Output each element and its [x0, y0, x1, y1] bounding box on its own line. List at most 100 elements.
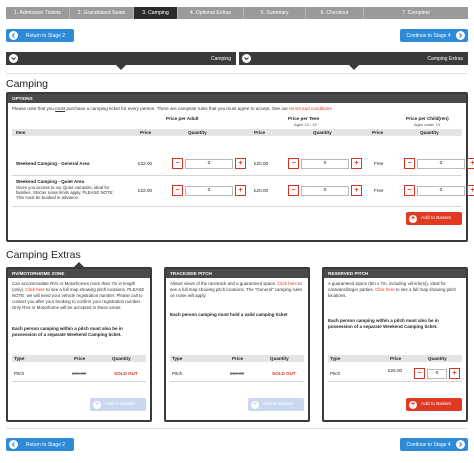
child-price: Free	[374, 161, 384, 166]
card-price: £60.00	[230, 371, 245, 376]
card-price: £25.00	[388, 368, 403, 373]
quantity-input[interactable]: 0	[185, 185, 233, 196]
map-link[interactable]: Click here	[375, 287, 395, 292]
add-to-basket-button[interactable]: + Add to Basket	[90, 398, 146, 411]
quantity-input[interactable]: 0	[427, 368, 447, 379]
quantity-stepper: − 0 +	[172, 185, 246, 196]
step-grandstand-seats[interactable]: 2. Grandstand Seats	[70, 7, 134, 19]
decrement-button[interactable]: −	[172, 185, 183, 196]
reserved-pitch-card: RESERVED PITCH A guaranteed space (8m x …	[322, 267, 468, 422]
continue-to-stage-4-button[interactable]: Continue to Stage 4	[400, 29, 468, 42]
teen-age-note: Ages 13 - 15	[294, 122, 317, 127]
quantity-stepper: − 0 +	[288, 158, 362, 169]
card-requirement: Each person camping within a pitch must …	[328, 318, 439, 329]
increment-button[interactable]: +	[467, 185, 474, 196]
teen-price: £20.00	[254, 188, 269, 193]
increment-button[interactable]: +	[235, 185, 246, 196]
quantity-input[interactable]: 0	[417, 158, 465, 169]
teen-price: £20.00	[254, 161, 269, 166]
terms-link[interactable]: terms and conditions	[289, 106, 331, 111]
options-panel-title: OPTIONS	[8, 94, 466, 103]
adult-price: £32.00	[138, 188, 153, 193]
card-title: RV/MOTORHOME ZONE	[8, 269, 150, 278]
return-to-stage-2-button-bottom[interactable]: Return to Stage 2	[6, 438, 74, 451]
decrement-button[interactable]: −	[404, 158, 415, 169]
type-header: Type	[330, 356, 341, 361]
camping-jump-bar[interactable]: Camping	[6, 52, 236, 65]
card-title: RESERVED PITCH	[324, 269, 466, 278]
continue-to-stage-4-button-bottom[interactable]: Continue to Stage 4	[400, 438, 468, 451]
increment-button[interactable]: +	[351, 158, 362, 169]
map-link[interactable]: Click here	[277, 281, 297, 286]
progress-steps: 1. Admission Tickets 2. Grandstand Seats…	[6, 7, 468, 19]
plus-icon: +	[409, 400, 417, 409]
quantity-stepper: − 0 +	[288, 185, 362, 196]
quantity-input[interactable]: 0	[301, 185, 349, 196]
increment-button[interactable]: +	[467, 158, 474, 169]
increment-button[interactable]: +	[449, 368, 460, 379]
card-description: Can accommodate RVs or Motorhomes more t…	[12, 281, 145, 310]
row-divider	[328, 381, 462, 382]
quantity-input[interactable]: 0	[301, 158, 349, 169]
camping-section-title: Camping	[6, 78, 49, 90]
row-name: Weekend Camping - Quiet Area	[16, 179, 85, 184]
increment-button[interactable]: +	[351, 185, 362, 196]
price-header: Price	[74, 356, 86, 361]
divider	[6, 73, 468, 74]
chevron-right-icon	[456, 440, 465, 449]
add-to-basket-button[interactable]: + Add to Basket	[406, 398, 462, 411]
pointer-arrow	[116, 65, 126, 70]
add-to-basket-button[interactable]: + Add to Basket	[248, 398, 304, 411]
camping-note: Please note that you must purchase a cam…	[12, 106, 332, 111]
adult-price-header: Price	[140, 130, 152, 135]
plus-icon: +	[93, 400, 101, 409]
decrement-button[interactable]: −	[404, 185, 415, 196]
quantity-stepper: − 0 +	[404, 158, 474, 169]
row-divider	[12, 206, 462, 207]
map-link[interactable]: Click here	[25, 287, 45, 292]
divider	[6, 428, 468, 429]
return-button-label: Return to Stage 2	[25, 32, 66, 39]
type-header: Type	[172, 356, 183, 361]
return-to-stage-2-button[interactable]: Return to Stage 2	[6, 29, 74, 42]
table-header-row	[12, 129, 462, 136]
teen-qty-header: Quantity	[313, 130, 332, 135]
step-complete[interactable]: 7. Complete	[364, 7, 468, 19]
add-to-basket-label: Add to Basket	[421, 216, 451, 221]
card-item: Pitch	[14, 371, 25, 376]
child-group-header: Price per Child(ren)	[406, 116, 449, 121]
step-summary[interactable]: 5. Summary	[244, 7, 306, 19]
step-optional-extras[interactable]: 4. Optional Extras	[178, 7, 244, 19]
decrement-button[interactable]: −	[288, 158, 299, 169]
step-admission-tickets[interactable]: 1. Admission Tickets	[6, 7, 70, 19]
row-description: Gives you access to our Quiet campsite, …	[16, 185, 114, 201]
increment-button[interactable]: +	[235, 158, 246, 169]
add-to-basket-button[interactable]: + Add to Basket	[406, 212, 462, 225]
card-description: A guaranteed space (8m x 7m, including v…	[328, 281, 456, 298]
decrement-button[interactable]: −	[288, 185, 299, 196]
card-item: Pitch	[172, 371, 183, 376]
adult-group-header: Price per Adult	[166, 116, 199, 121]
quantity-stepper: − 0 +	[404, 185, 474, 196]
rv-motorhome-card: RV/MOTORHOME ZONE Can accommodate RVs or…	[6, 267, 152, 422]
add-to-basket-label: Add to Basket	[263, 402, 293, 407]
step-checkout[interactable]: 6. Checkout	[306, 7, 364, 19]
decrement-button[interactable]: −	[414, 368, 425, 379]
card-title: TRACKSIDE PITCH	[166, 269, 308, 278]
sold-out-badge: SOLD OUT	[272, 371, 296, 376]
camping-extras-jump-label: Camping Extras	[427, 55, 463, 62]
camping-extras-jump-bar[interactable]: Camping Extras	[239, 52, 468, 65]
price-header: Price	[390, 356, 402, 361]
quantity-header: Quantity	[112, 356, 131, 361]
quantity-input[interactable]: 0	[417, 185, 465, 196]
quantity-stepper: − 0 +	[414, 368, 460, 379]
card-item: Pitch	[330, 371, 341, 376]
quantity-input[interactable]: 0	[185, 158, 233, 169]
price-header: Price	[232, 356, 244, 361]
child-price-header: Price	[372, 130, 384, 135]
card-requirement: Each person camping must hold a valid ca…	[170, 312, 288, 317]
row-divider	[12, 175, 462, 176]
step-camping[interactable]: 3. Camping	[134, 7, 178, 19]
decrement-button[interactable]: −	[172, 158, 183, 169]
quantity-header: Quantity	[428, 356, 447, 361]
